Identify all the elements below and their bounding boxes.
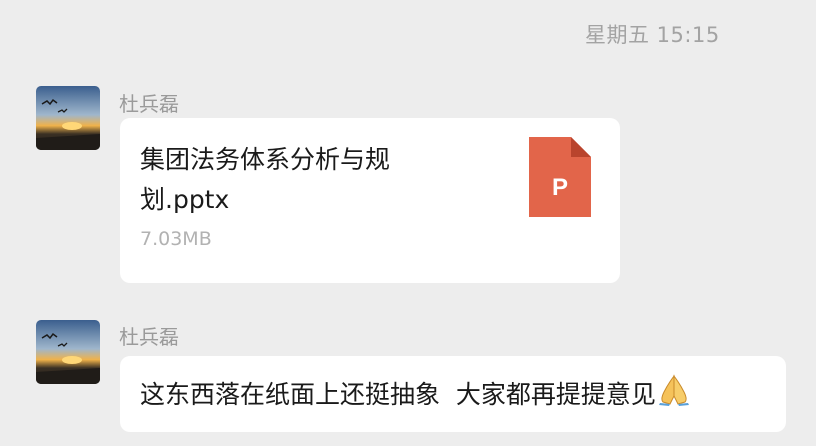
file-size: 7.03MB (140, 228, 212, 250)
file-message-bubble[interactable]: 集团法务体系分析与规划.pptx 7.03MB P (120, 118, 620, 283)
pptx-icon-letter: P (552, 174, 568, 201)
message-text: 这东西落在纸面上还挺抽象 大家都再提提意见 (140, 380, 656, 409)
sender-name: 杜兵磊 (119, 92, 179, 116)
avatar[interactable] (36, 86, 100, 150)
text-message-bubble[interactable]: 这东西落在纸面上还挺抽象 大家都再提提意见 (120, 356, 786, 432)
pptx-file-icon: P (529, 137, 591, 221)
sender-name: 杜兵磊 (119, 325, 179, 349)
file-name: 集团法务体系分析与规划.pptx (140, 145, 391, 214)
chat-timestamp: 星期五 15:15 (585, 23, 720, 47)
folded-hands-emoji-icon (658, 374, 690, 418)
avatar[interactable] (36, 320, 100, 384)
